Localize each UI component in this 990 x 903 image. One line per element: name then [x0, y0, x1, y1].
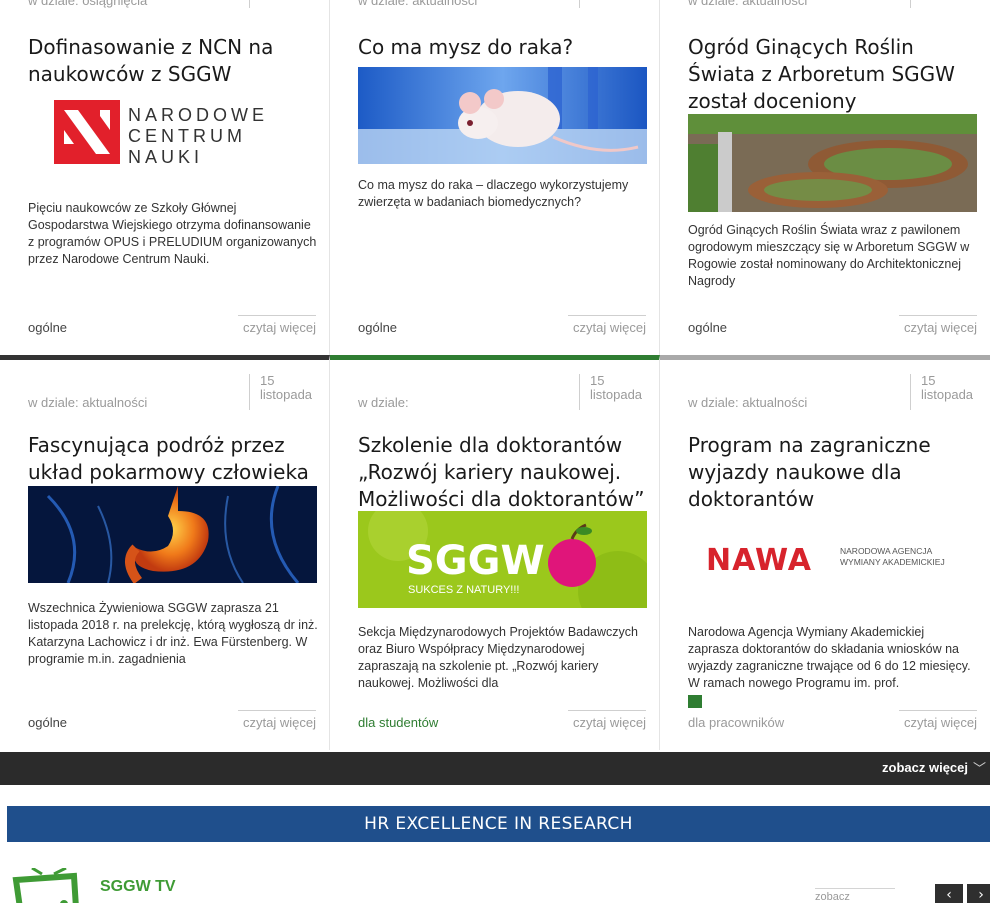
card-category[interactable]: dla pracowników: [688, 715, 784, 730]
card-category[interactable]: ogólne: [28, 320, 67, 335]
prev-arrow-button[interactable]: ‹: [935, 884, 963, 903]
card-excerpt: Co ma mysz do raka – dlaczego wykorzystu…: [358, 178, 629, 209]
card-footer: dla pracowników czytaj więcej: [688, 706, 977, 730]
card-date: listopada: [910, 0, 978, 8]
news-row-1: w dziale: osiągnięcia listopada Dofinaso…: [0, 0, 990, 355]
sggw-logo-text: SGGW: [406, 538, 545, 584]
card-footer: ogólne czytaj więcej: [688, 311, 977, 335]
card-title[interactable]: Program na zagraniczne wyjazdy naukowe d…: [688, 432, 976, 513]
news-card-garden[interactable]: w dziale: aktualności listopada Ogród Gi…: [660, 0, 990, 355]
read-more-link[interactable]: czytaj więcej: [899, 710, 977, 730]
date-day: 15: [260, 373, 275, 388]
read-more-link[interactable]: czytaj więcej: [568, 315, 646, 335]
read-more-link[interactable]: czytaj więcej: [899, 315, 977, 335]
card-footer: ogólne czytaj więcej: [358, 311, 646, 335]
ncn-logo-line3: NAUKI: [128, 147, 203, 167]
date-month: listopada: [590, 387, 643, 402]
see-all-link[interactable]: zobacz wszystkie: [815, 888, 895, 903]
card-department: w dziale:: [358, 395, 409, 410]
sggw-tv-title[interactable]: SGGW TV: [100, 878, 176, 896]
ncn-logo-image[interactable]: NARODOWE CENTRUM NAUKI: [28, 100, 317, 180]
card-meta: w dziale: aktualności listopada: [688, 0, 978, 8]
sggw-slogan-text: SUKCES Z NATURY!!!: [408, 584, 519, 596]
news-card-nawa[interactable]: w dziale: aktualności 15 listopada Progra…: [660, 355, 990, 750]
card-footer: dla studentów czytaj więcej: [358, 706, 646, 730]
date-month: listopada: [921, 387, 974, 402]
see-more-button[interactable]: zobacz więcej: [882, 760, 968, 775]
card-department: w dziale: aktualności: [28, 395, 148, 410]
card-date: 15 listopada: [579, 374, 647, 410]
card-meta: w dziale: 15 listopada: [358, 374, 647, 410]
card-title[interactable]: Co ma mysz do raka?: [358, 34, 645, 61]
read-more-link[interactable]: czytaj więcej: [238, 710, 316, 730]
card-meta: w dziale: aktualności 15 listopada: [688, 374, 978, 410]
digestion-image[interactable]: [28, 486, 317, 583]
date-month: listopada: [260, 387, 313, 402]
garden-image[interactable]: [688, 114, 977, 212]
ncn-logo-line1: NARODOWE: [128, 105, 268, 125]
card-excerpt: Ogród Ginących Roślin Świata wraz z pawi…: [688, 223, 970, 288]
mouse-image[interactable]: [358, 67, 647, 164]
card-footer: ogólne czytaj więcej: [28, 706, 316, 730]
hr-excellence-label: HR EXCELLENCE IN RESEARCH: [364, 814, 633, 834]
news-page: w dziale: osiągnięcia listopada Dofinaso…: [0, 0, 990, 903]
read-more-link[interactable]: czytaj więcej: [238, 315, 316, 335]
card-footer: ogólne czytaj więcej: [28, 311, 316, 335]
read-more-link[interactable]: czytaj więcej: [568, 710, 646, 730]
news-row-2: w dziale: aktualności 15 listopada Fascyn…: [0, 355, 990, 750]
next-arrow-button[interactable]: ›: [967, 884, 990, 903]
card-title[interactable]: Ogród Ginących Roślin Świata z Arboretum…: [688, 34, 976, 115]
sggw-tv-section: SGGW TV zobacz wszystkie ‹ ›: [0, 858, 990, 903]
card-category[interactable]: ogólne: [358, 320, 397, 335]
card-meta: w dziale: osiągnięcia listopada: [28, 0, 317, 8]
card-department: w dziale: aktualności: [688, 0, 808, 8]
card-meta: w dziale: aktualności 15 listopada: [28, 374, 317, 410]
card-date: 15 listopada: [249, 374, 317, 410]
sggw-banner-image[interactable]: SGGW SUKCES Z NATURY!!!: [358, 511, 647, 608]
card-excerpt: Pięciu naukowców ze Szkoły Głównej Gospo…: [28, 201, 317, 266]
card-meta: w dziale: aktualności listopada: [358, 0, 647, 8]
news-card-ncn[interactable]: w dziale: osiągnięcia listopada Dofinaso…: [0, 0, 330, 355]
hr-excellence-banner[interactable]: HR EXCELLENCE IN RESEARCH: [7, 806, 990, 842]
card-title[interactable]: Dofinasowanie z NCN na naukowców z SGGW: [28, 34, 315, 88]
date-day: 15: [921, 373, 936, 388]
nawa-tagline-1: NARODOWA AGENCJA: [840, 546, 933, 556]
card-department: w dziale: osiągnięcia: [28, 0, 148, 8]
news-card-mouse[interactable]: w dziale: aktualności listopada Co ma my…: [330, 0, 660, 355]
chevron-down-icon[interactable]: ﹀: [973, 758, 986, 777]
tv-icon: [12, 866, 82, 903]
card-excerpt: Wszechnica Żywieniowa SGGW zaprasza 21 l…: [28, 601, 318, 666]
card-date: listopada: [579, 0, 647, 8]
card-date: listopada: [249, 0, 317, 8]
card-excerpt: Narodowa Agencja Wymiany Akademickiej za…: [688, 625, 971, 690]
card-excerpt: Sekcja Międzynarodowych Projektów Badawc…: [358, 625, 638, 690]
news-card-digestion[interactable]: w dziale: aktualności 15 listopada Fascyn…: [0, 355, 330, 750]
card-date: 15 listopada: [910, 374, 978, 410]
card-category[interactable]: dla studentów: [358, 715, 438, 730]
card-department: w dziale: aktualności: [688, 395, 808, 410]
nawa-logo-text: NAWA: [706, 543, 812, 578]
card-category[interactable]: ogólne: [28, 715, 67, 730]
nawa-tagline-2: WYMIANY AKADEMICKIEJ: [840, 557, 945, 567]
card-title[interactable]: Szkolenie dla doktorantów „Rozwój karier…: [358, 432, 645, 513]
news-card-phd-training[interactable]: w dziale: 15 listopada Szkolenie dla dokt…: [330, 355, 660, 750]
card-title[interactable]: Fascynująca podróż przez układ pokarmowy…: [28, 432, 315, 486]
card-category[interactable]: ogólne: [688, 320, 727, 335]
nawa-logo-image[interactable]: NAWA NARODOWA AGENCJA WYMIANY AKADEMICKI…: [688, 528, 977, 588]
card-department: w dziale: aktualności: [358, 0, 478, 8]
date-day: 15: [590, 373, 605, 388]
see-more-bar: zobacz więcej ﹀: [0, 752, 990, 785]
ncn-logo-line2: CENTRUM: [128, 126, 246, 146]
